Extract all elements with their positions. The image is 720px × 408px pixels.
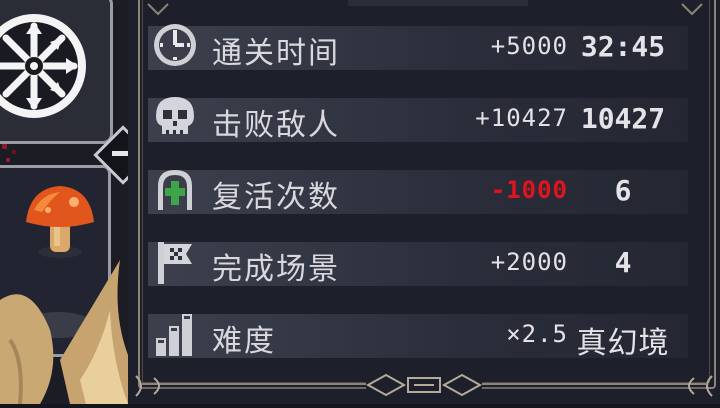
stat-bonus: +10427 — [475, 104, 568, 132]
character-hair — [0, 240, 140, 405]
skull-icon — [150, 92, 200, 142]
tombstone-cross-icon — [150, 164, 200, 214]
stat-bonus: +5000 — [490, 32, 568, 60]
stat-bonus: ×2.5 — [506, 320, 568, 348]
stat-row-revives: 复活次数 -1000 6 — [148, 162, 702, 220]
top-ornament — [138, 0, 712, 16]
stat-bonus: -1000 — [490, 176, 568, 204]
stat-bonus: +2000 — [490, 248, 568, 276]
stat-row-time: 通关时间 +5000 32:45 — [148, 18, 702, 76]
stat-label: 难度 — [212, 324, 276, 359]
stat-label: 完成场景 — [212, 252, 340, 287]
stat-value: 10427 — [580, 102, 666, 135]
bottom-ornament — [128, 366, 720, 404]
stat-label: 通关时间 — [212, 36, 340, 71]
clock-icon — [150, 20, 200, 70]
stat-value: 6 — [614, 174, 632, 207]
stat-value: 4 — [614, 246, 632, 279]
stat-row-kills: 击败敌人 +10427 10427 — [148, 90, 702, 148]
stat-value: 32:45 — [580, 30, 666, 63]
snowflake-icon — [0, 8, 100, 120]
bar-chart-icon — [150, 308, 200, 358]
flag-icon — [150, 236, 200, 286]
stat-value: 真幻境 — [576, 326, 670, 361]
stat-label: 击败敌人 — [212, 108, 340, 143]
stat-row-stages: 完成场景 +2000 4 — [148, 234, 702, 292]
stat-row-difficulty: 难度 ×2.5 真幻境 — [148, 306, 702, 364]
stat-label: 复活次数 — [212, 180, 340, 215]
character-sidebar — [0, 0, 153, 405]
